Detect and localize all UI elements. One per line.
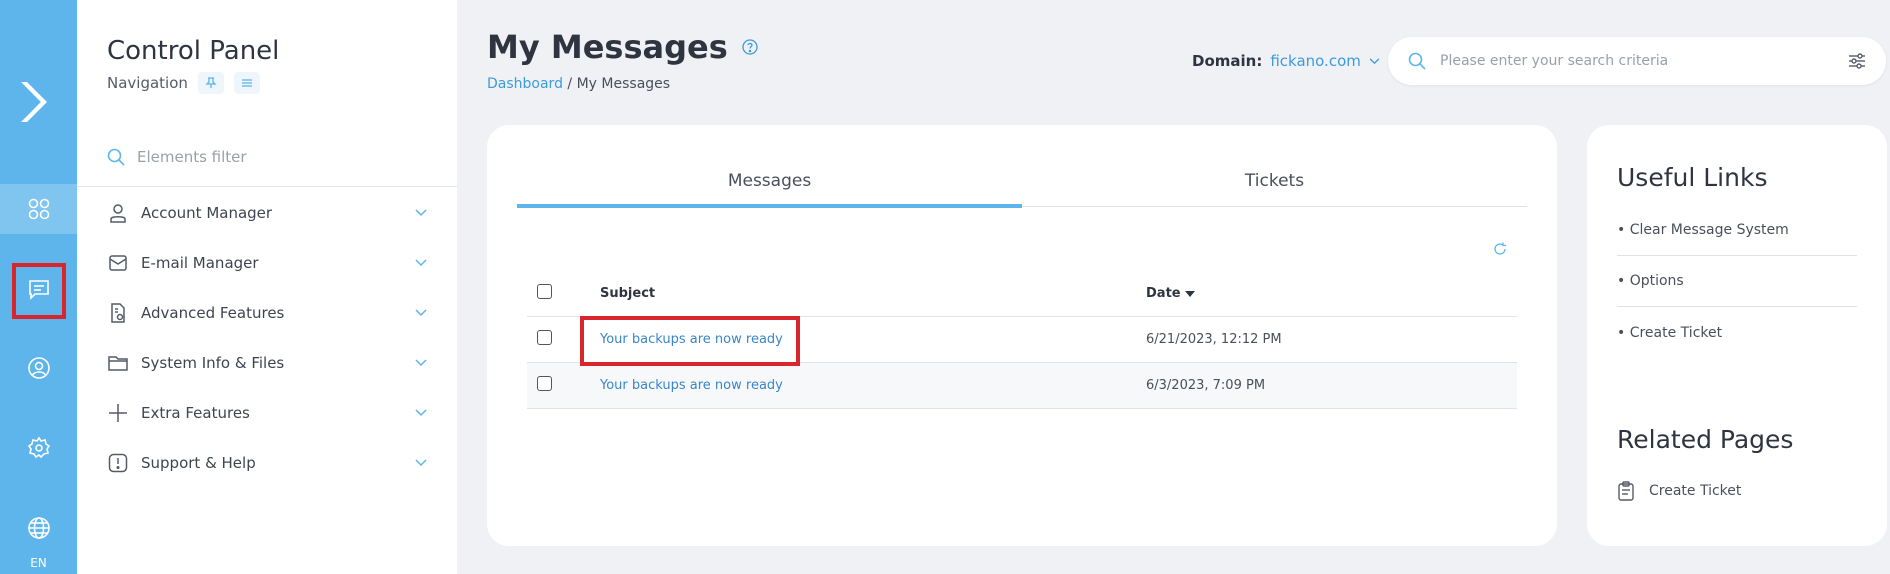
globe-icon [27,517,50,539]
rail-dashboard-button[interactable] [0,184,77,234]
domain-label: Domain: [1192,52,1263,70]
search-placeholder: Please enter your search criteria [1440,53,1669,69]
link-options[interactable]: • Options [1617,256,1857,307]
table-row[interactable]: Your backups are now ready 6/3/2023, 7:0… [527,363,1517,409]
dashboard-grid-icon [28,198,49,220]
nav-item-label: Extra Features [141,404,250,422]
row-checkbox[interactable] [537,330,552,345]
page-title: My Messages [487,28,758,66]
tab-tickets[interactable]: Tickets [1022,165,1527,206]
nav-menu: Account Manager E-mail Manager Advanced … [107,188,427,488]
message-subject-link[interactable]: Your backups are now ready [600,332,783,347]
nav-item-advanced-features[interactable]: Advanced Features [107,288,427,338]
chevron-down-icon [415,209,427,217]
nav-item-extra-features[interactable]: Extra Features [107,388,427,438]
tab-messages[interactable]: Messages [517,165,1022,208]
nav-item-label: E-mail Manager [141,254,259,272]
select-all-checkbox[interactable] [537,284,552,299]
messages-table: Subject Date Your backups are now ready … [527,271,1517,409]
breadcrumb: Dashboard / My Messages [487,76,670,92]
navigation-panel: Control Panel Navigation Elements filter… [77,0,457,574]
useful-links-title: Useful Links [1617,163,1768,192]
rail-settings-button[interactable] [0,423,77,473]
message-date: 6/3/2023, 7:09 PM [1146,378,1266,393]
domain-selector[interactable]: Domain: fickano.com [1192,52,1380,70]
sort-desc-icon [1185,291,1196,297]
nav-item-label: Advanced Features [141,304,285,322]
user-circle-icon [27,357,50,379]
icon-rail: EN [0,0,77,574]
nav-item-label: System Info & Files [141,354,285,372]
row-checkbox[interactable] [537,376,552,391]
highlight-box-rail [12,263,66,319]
message-subject-link[interactable]: Your backups are now ready [600,378,783,393]
envelope-icon [107,252,129,274]
column-header-subject[interactable]: Subject [600,286,1146,301]
rail-user-button[interactable] [0,343,77,393]
related-pages-title: Related Pages [1617,425,1794,454]
tab-bar: Messages Tickets [517,165,1527,208]
document-settings-icon [107,302,129,324]
user-icon [107,202,129,224]
settings-gear-icon [27,436,50,459]
breadcrumb-dashboard-link[interactable]: Dashboard [487,76,563,92]
nav-item-account-manager[interactable]: Account Manager [107,188,427,238]
messages-card: Messages Tickets Subject Date Your backu… [487,125,1557,546]
page-title-text: My Messages [487,28,728,66]
nav-title: Control Panel [107,36,280,66]
alert-icon [107,452,129,474]
list-view-icon[interactable] [233,72,260,94]
search-input[interactable]: Please enter your search criteria [1388,37,1886,85]
nav-item-support-help[interactable]: Support & Help [107,438,427,488]
column-header-date-label: Date [1146,286,1181,301]
nav-item-label: Support & Help [141,454,256,472]
link-clear-message-system[interactable]: • Clear Message System [1617,205,1857,256]
message-date: 6/21/2023, 12:12 PM [1146,332,1282,347]
logo-icon[interactable] [17,80,57,124]
chevron-down-icon [415,359,427,367]
chevron-down-icon [415,259,427,267]
nav-subtitle-label: Navigation [107,74,188,92]
related-create-ticket[interactable]: Create Ticket [1617,481,1741,501]
useful-links-card: Useful Links • Clear Message System • Op… [1587,125,1887,546]
chevron-down-icon [415,309,427,317]
column-header-date[interactable]: Date [1146,286,1517,301]
related-link-label: Create Ticket [1649,483,1742,499]
search-icon [1408,52,1426,70]
table-row[interactable]: Your backups are now ready 6/21/2023, 12… [527,317,1517,363]
refresh-icon[interactable] [1493,242,1507,256]
search-icon [107,148,125,166]
chevron-down-icon [415,459,427,467]
filter-divider [77,186,457,187]
pin-icon[interactable] [197,72,224,94]
plus-icon [107,402,129,424]
table-header-row: Subject Date [527,271,1517,317]
clipboard-icon [1618,481,1634,501]
chevron-down-icon [415,409,427,417]
nav-item-label: Account Manager [141,204,273,222]
link-create-ticket[interactable]: • Create Ticket [1617,307,1857,358]
breadcrumb-separator: / [562,76,577,92]
chevron-down-icon [1369,57,1380,64]
filter-placeholder: Elements filter [137,148,247,166]
useful-links-list: • Clear Message System • Options • Creat… [1617,205,1857,358]
nav-subtitle: Navigation [107,72,260,94]
rail-language-button[interactable] [0,503,77,553]
language-label[interactable]: EN [0,556,77,570]
folder-icon [107,352,129,374]
help-circle-icon[interactable] [742,39,758,55]
filter-sliders-icon[interactable] [1848,52,1866,70]
nav-item-system-info-files[interactable]: System Info & Files [107,338,427,388]
elements-filter-input[interactable]: Elements filter [107,148,427,166]
breadcrumb-current: My Messages [576,76,671,92]
domain-value[interactable]: fickano.com [1270,52,1361,70]
nav-item-email-manager[interactable]: E-mail Manager [107,238,427,288]
